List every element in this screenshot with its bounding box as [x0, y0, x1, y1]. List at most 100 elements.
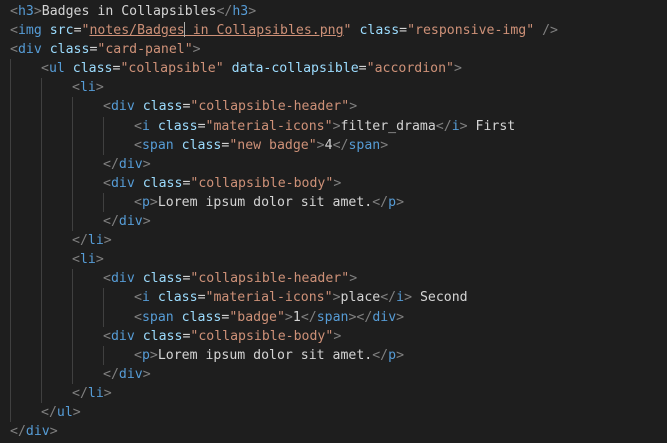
code-token: i [396, 290, 405, 306]
code-token: < [103, 328, 111, 344]
code-line[interactable]: <li> [0, 78, 667, 98]
code-token: > [349, 271, 358, 287]
code-token: > [95, 80, 104, 96]
code-token: < [134, 194, 142, 210]
code-token: h3 [232, 4, 249, 19]
indent-guide [103, 192, 104, 213]
code-token: > [349, 99, 358, 115]
code-line[interactable]: <h3>Badges in Collapsibles</h3> [0, 2, 667, 21]
code-token: </ [435, 118, 452, 134]
code-token: "collapsible" [120, 61, 224, 77]
code-line[interactable]: <p>Lorem ipsum dolor sit amet.</p> [0, 192, 667, 213]
code-line[interactable]: </li> [0, 231, 667, 251]
code-token: 1 [292, 309, 301, 325]
indent-guide [72, 116, 73, 136]
code-token: div [110, 175, 135, 191]
indent-guide [103, 288, 104, 308]
code-token: Lorem ipsum dolor sit amet. [157, 347, 373, 363]
code-line[interactable]: <p>Lorem ipsum dolor sit amet.</p> [0, 345, 667, 365]
code-token: </ [332, 137, 349, 153]
code-token: li [87, 385, 104, 401]
code-token: "new badge" [229, 137, 317, 153]
code-line[interactable]: <div class="collapsible-header"> [0, 97, 667, 117]
indent-guide [41, 326, 42, 346]
indent-guide [41, 135, 42, 155]
code-token: > [396, 309, 405, 325]
indent-guide [41, 250, 42, 270]
code-line[interactable]: <div class="collapsible-body"> [0, 173, 667, 193]
code-line[interactable]: </div> [0, 364, 667, 384]
code-token: < [72, 252, 80, 268]
indent-guide [41, 231, 42, 251]
code-token: = [399, 23, 408, 39]
indent-guide [72, 97, 73, 117]
indent-guide [10, 212, 11, 232]
code-line[interactable]: </ul> [0, 402, 667, 423]
code-token: > [404, 290, 413, 306]
code-line[interactable]: <span class="badge">1</span></div> [0, 307, 667, 327]
code-token: = [197, 118, 206, 134]
code-token: Lorem ipsum dolor sit amet. [157, 194, 373, 210]
code-line[interactable]: </div> [0, 212, 667, 232]
code-token: </ [300, 309, 317, 325]
code-line[interactable]: <ul class = "collapsible" data-collapsible… [0, 59, 667, 79]
code-editor[interactable]: <h3>Badges in Collapsibles</h3> <img src=… [0, 0, 667, 443]
code-token: > [396, 194, 405, 210]
code-token: p [141, 194, 150, 210]
code-token: > [33, 4, 42, 19]
code-token: > [72, 404, 81, 420]
code-line[interactable]: </div> [0, 154, 667, 174]
code-token: > [332, 290, 341, 306]
code-token: = [358, 61, 367, 77]
code-token: < [103, 99, 111, 115]
code-token: class [49, 42, 90, 58]
code-token: h3 [17, 4, 34, 19]
code-token: First [467, 118, 516, 134]
code-token: > [333, 328, 342, 344]
code-token: < [10, 23, 18, 39]
code-token: > [333, 175, 342, 191]
code-line[interactable]: <img src="notes/Badges in Collapsibles.p… [0, 21, 667, 40]
code-token: class [157, 118, 198, 134]
code-token: > [380, 137, 389, 153]
code-line[interactable]: </li> [0, 383, 667, 403]
code-token: i [141, 290, 150, 306]
indent-guide [72, 307, 73, 327]
code-token: Badges in Collapsibles [41, 4, 217, 19]
code-token: </ [372, 347, 389, 363]
code-token: "collapsible-body" [190, 328, 334, 344]
code-token: > [142, 156, 151, 172]
code-line[interactable]: <div class="collapsible-header"> [0, 269, 667, 289]
code-line[interactable]: <div class="collapsible-body"> [0, 326, 667, 346]
code-token: p [388, 347, 397, 363]
code-token: " [343, 23, 352, 39]
code-token: < [72, 80, 80, 96]
code-token: div [118, 214, 143, 230]
indent-guide [103, 307, 104, 327]
code-line[interactable]: <li> [0, 250, 667, 270]
indent-guide [10, 173, 11, 193]
code-line[interactable]: </div> [0, 422, 667, 441]
code-line[interactable]: <div class="card-panel"> [0, 40, 667, 59]
code-token: < [10, 4, 18, 19]
code-token: < [134, 290, 142, 306]
code-token: place [340, 290, 381, 306]
code-token: class [142, 175, 183, 191]
code-token: "material-icons" [205, 118, 333, 134]
code-token: > [103, 233, 112, 249]
code-token: Second [412, 290, 468, 306]
code-line[interactable]: <i class="material-icons">filter_drama</… [0, 116, 667, 136]
code-line[interactable]: <i class="material-icons">place</i> Seco… [0, 288, 667, 308]
code-line[interactable]: <span class="new badge">4</span> [0, 135, 667, 155]
indent-guide [103, 345, 104, 365]
code-token: "badge" [229, 309, 285, 325]
code-token: "accordion" [366, 61, 454, 77]
indent-guide [10, 402, 11, 423]
indent-guide [72, 192, 73, 213]
code-token: < [41, 61, 49, 77]
